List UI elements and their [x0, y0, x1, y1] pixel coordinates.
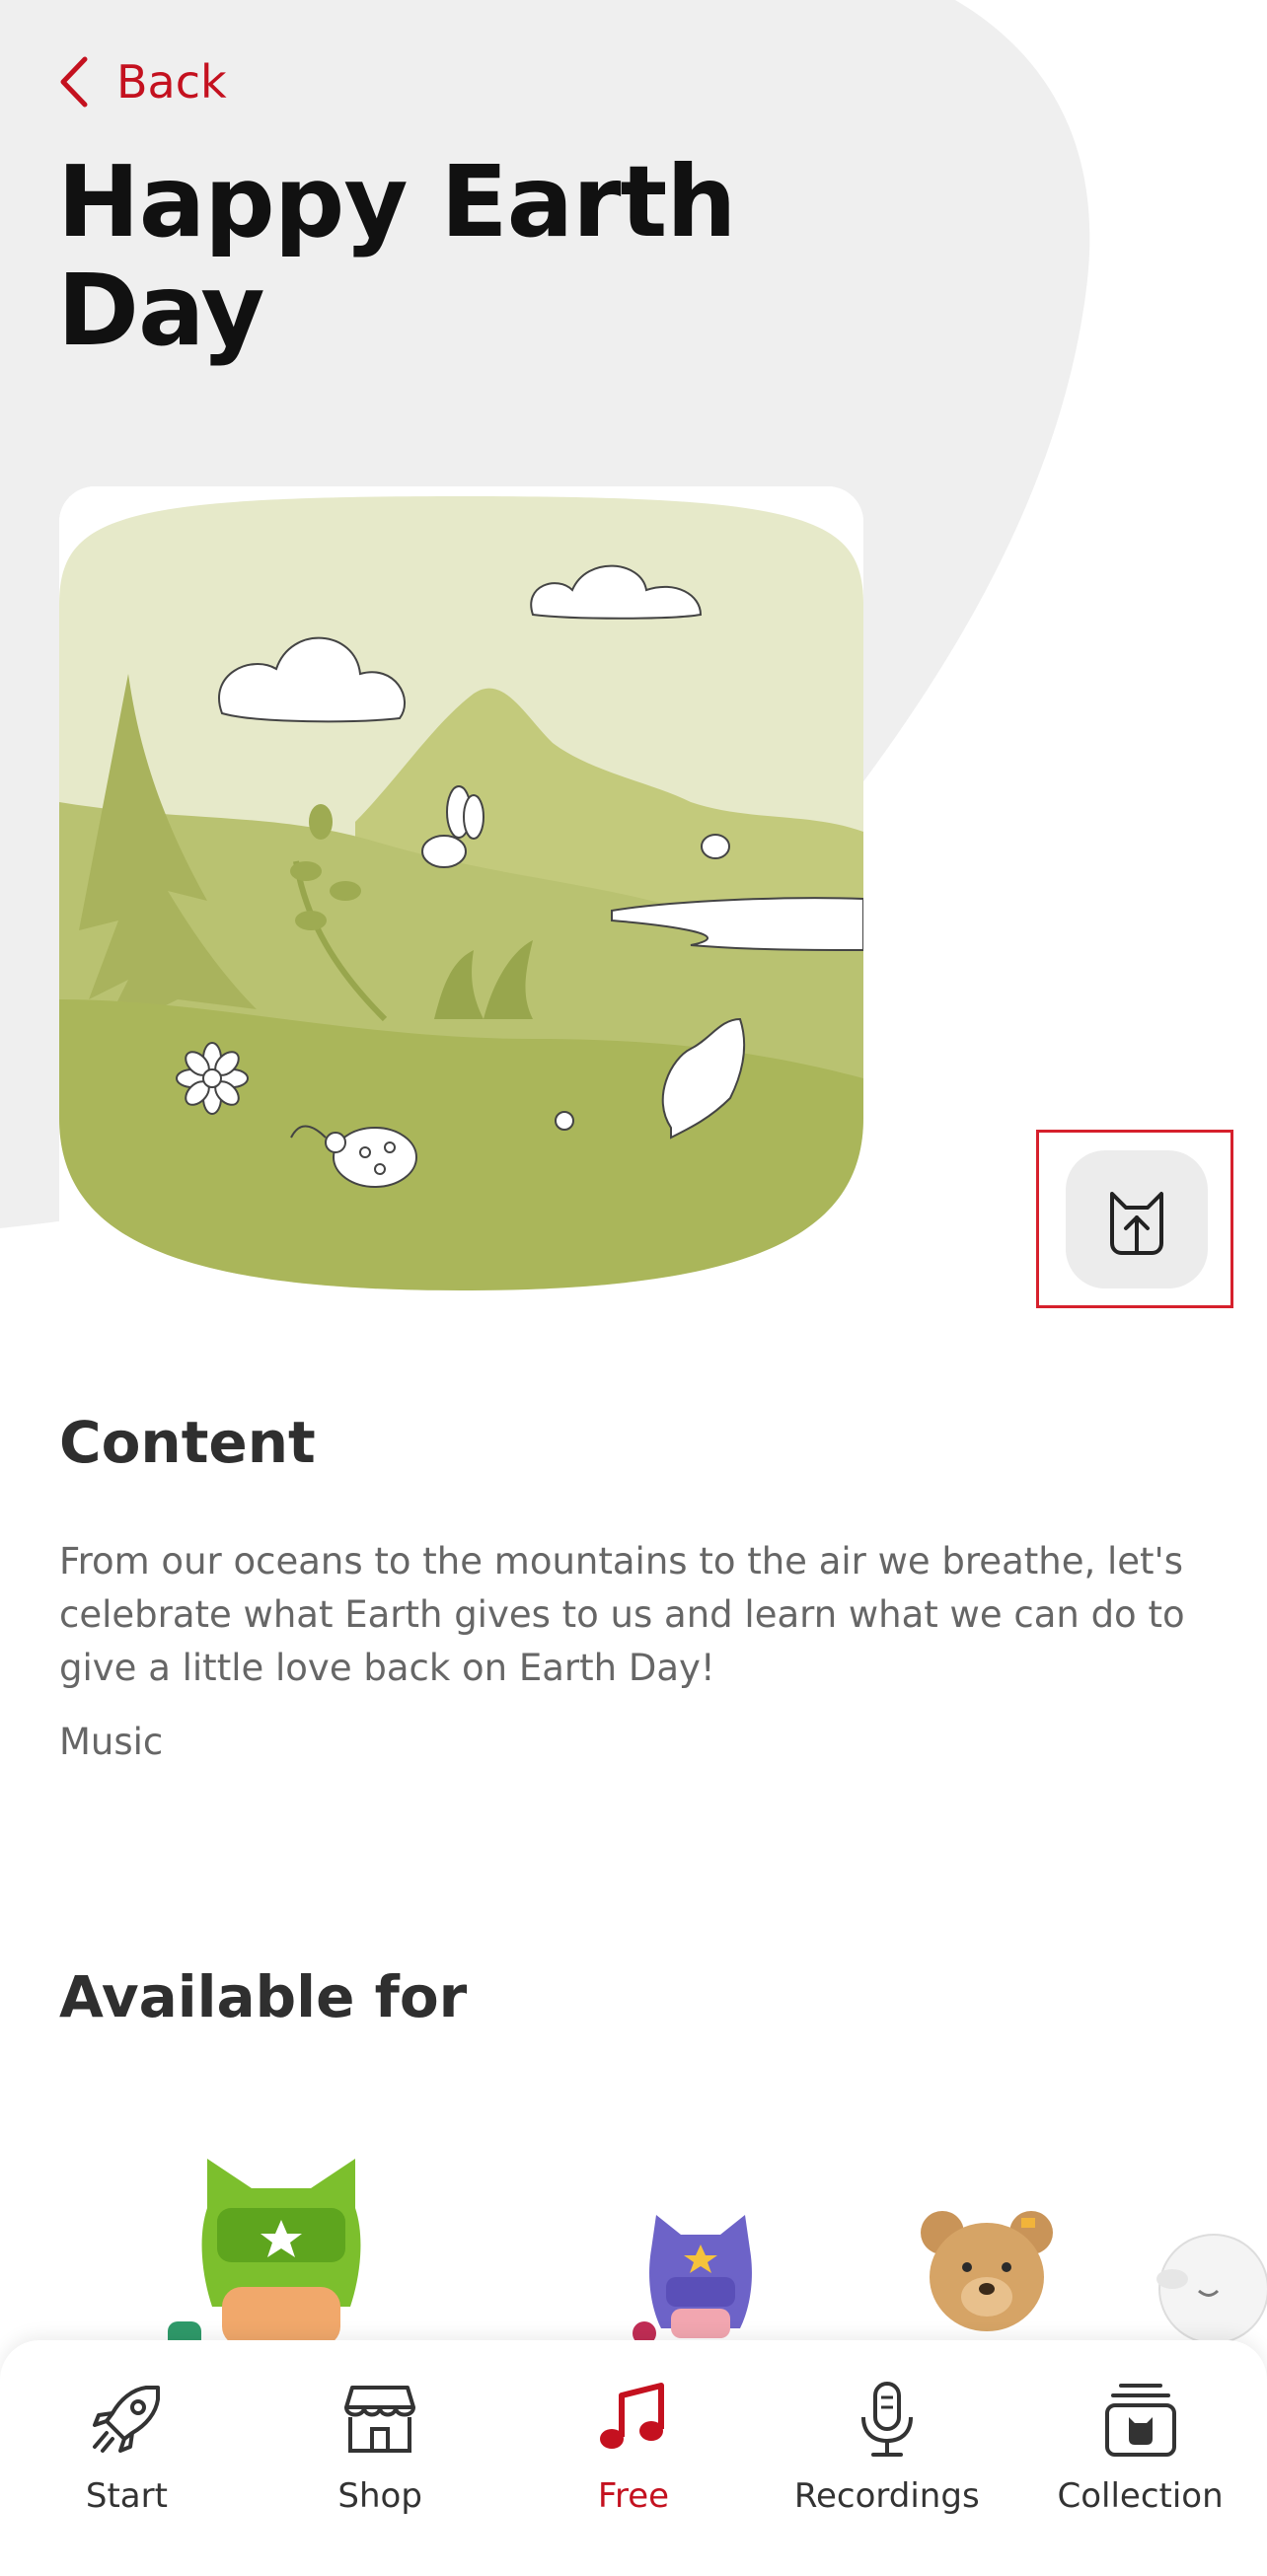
- nav-label-recordings: Recordings: [793, 2476, 980, 2516]
- nav-item-collection[interactable]: Collection: [1022, 2340, 1259, 2516]
- purple-hero-tonie-icon[interactable]: [627, 2210, 775, 2348]
- cover-image: [59, 486, 863, 1290]
- chevron-left-icon: [60, 56, 88, 108]
- genre-label: Music: [59, 1721, 164, 1763]
- collection-icon: [1104, 2384, 1176, 2457]
- available-figures-row: [0, 2131, 1267, 2348]
- content-heading: Content: [59, 1409, 316, 1476]
- tonie-upload-button[interactable]: [1066, 1150, 1208, 1288]
- content-description: From our oceans to the mountains to the …: [59, 1540, 1185, 1689]
- nav-item-free[interactable]: Free: [515, 2340, 752, 2516]
- nav-item-recordings[interactable]: Recordings: [769, 2340, 1006, 2516]
- teddy-bear-tonie-icon[interactable]: [913, 2198, 1061, 2348]
- rocket-icon: [93, 2386, 161, 2453]
- green-hero-tonie-icon[interactable]: [158, 2149, 405, 2348]
- nav-item-start[interactable]: Start: [8, 2340, 245, 2516]
- back-button[interactable]: Back: [57, 47, 227, 116]
- music-note-icon: [599, 2383, 664, 2449]
- nav-label-shop: Shop: [337, 2476, 422, 2516]
- lamb-tonie-icon[interactable]: [1155, 2210, 1267, 2348]
- tonie-upload-icon: [1110, 1192, 1163, 1255]
- nav-label-free: Free: [597, 2476, 670, 2516]
- available-heading: Available for: [59, 1963, 468, 2030]
- page-title: Happy Earth Day: [57, 144, 736, 368]
- store-icon: [344, 2386, 416, 2453]
- earth-day-landscape-illustration: [59, 486, 863, 1290]
- back-label: Back: [116, 55, 227, 109]
- nav-label-start: Start: [85, 2476, 168, 2516]
- nav-label-collection: Collection: [1057, 2476, 1224, 2516]
- bottom-navigation: Start Shop Free Recordings Collection: [0, 2340, 1267, 2576]
- microphone-icon: [860, 2382, 913, 2457]
- nav-item-shop[interactable]: Shop: [261, 2340, 498, 2516]
